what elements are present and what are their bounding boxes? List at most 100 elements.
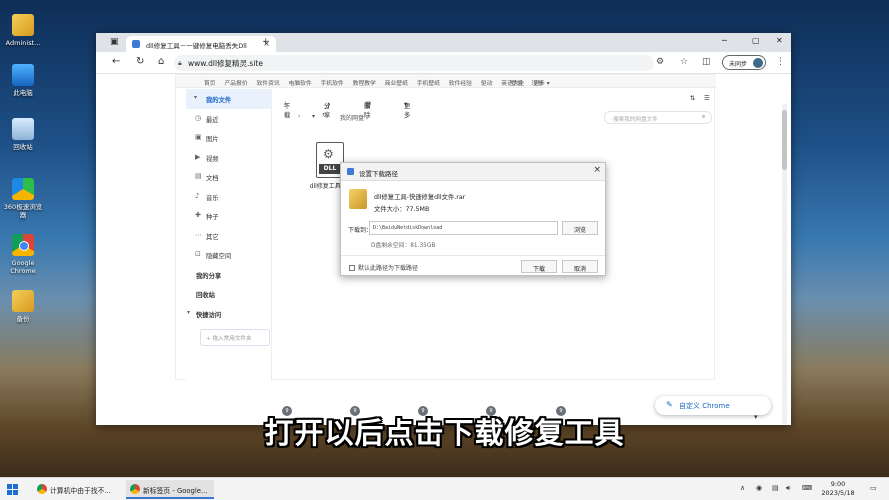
url-bar[interactable]: 🔒︎ www.dll修复精灵.site: [174, 55, 654, 71]
desktop-icon-label: 此电脑: [13, 89, 33, 97]
cancel-button[interactable]: 取消: [562, 260, 598, 273]
tray-expand-icon[interactable]: ∧: [740, 484, 745, 492]
browse-button[interactable]: 浏览: [562, 221, 598, 235]
new-tab-button[interactable]: +: [262, 37, 270, 47]
dialog-title: 设置下载路径: [359, 170, 398, 178]
nav-link[interactable]: 手机软件: [321, 81, 344, 87]
nav-link[interactable]: 驱动: [481, 81, 493, 87]
taskbar-item-chrome-1[interactable]: 计算机中由于找不...: [33, 480, 121, 499]
sidebar-item-music[interactable]: ♪ 音乐: [186, 187, 271, 207]
sidebar-item-label: 隐藏空间: [206, 253, 232, 260]
nav-link[interactable]: 商业壁纸: [385, 81, 408, 87]
path-back-icon[interactable]: ‹: [284, 113, 286, 120]
desktop-icon-administrator[interactable]: Administ...: [2, 14, 44, 47]
nav-link[interactable]: 软件资讯: [257, 81, 280, 87]
profile-button[interactable]: 未同步: [722, 55, 766, 70]
sidebar-item-recycle[interactable]: 回收站: [186, 284, 271, 304]
sidebar-item-label: 文档: [206, 175, 219, 182]
site-settings-icon[interactable]: ⚙: [656, 57, 664, 67]
home-icon[interactable]: ⌂: [158, 56, 164, 67]
sidebar-item-docs[interactable]: ▤ 文档: [186, 167, 271, 187]
sort-icon[interactable]: ⇅: [690, 95, 695, 102]
chrome-icon: [130, 484, 140, 494]
taskbar-item-label: 新标签页 - Google...: [143, 487, 208, 495]
desktop-icon-this-pc[interactable]: 此电脑: [2, 64, 44, 97]
image-icon: ▣: [195, 133, 202, 141]
file-type-badge: DLL: [319, 164, 341, 174]
menu-icon[interactable]: ⋮: [776, 57, 785, 67]
breadcrumb[interactable]: 我的网盘 ›: [340, 113, 368, 122]
url-text: www.dll修复精灵.site: [188, 59, 263, 68]
nav-link[interactable]: 电脑软件: [289, 81, 312, 87]
user-folder-icon: [12, 14, 34, 36]
back-icon[interactable]: ←: [112, 56, 120, 67]
tray-app-icon[interactable]: ◉: [756, 484, 762, 492]
desktop-icon-360-browser[interactable]: 360极速浏览器: [2, 178, 44, 219]
windows-start-icon[interactable]: [7, 484, 18, 495]
sidebar-item-other[interactable]: ⋯ 其它: [186, 226, 271, 246]
minimize-icon[interactable]: ─: [722, 36, 727, 45]
pencil-icon: ✎: [666, 400, 673, 409]
collapse-icon: ▾: [194, 94, 198, 101]
sidebar-item-label: 种子: [206, 214, 219, 221]
document-icon: ▤: [195, 172, 202, 180]
nav-link[interactable]: 手机壁纸: [417, 81, 440, 87]
tab-actions-icon[interactable]: ▣: [110, 37, 119, 47]
nav-link[interactable]: 首页: [204, 81, 216, 87]
extensions-icon[interactable]: ◫: [702, 57, 711, 67]
path-dropdown-icon[interactable]: ▾: [312, 113, 315, 120]
sidebar-item-quick-access[interactable]: ▾ 快捷访问: [186, 304, 271, 324]
desktop-icon-label: Administ...: [5, 39, 41, 47]
taskbar-item-label: 计算机中由于找不...: [50, 487, 111, 495]
clock-icon: ◷: [195, 113, 202, 122]
ime-icon[interactable]: ⌨: [802, 484, 812, 492]
add-common-folder-button[interactable]: + 拖入常用文件夹: [200, 329, 270, 346]
download-path-dialog: 设置下载路径 × dll修复工具-快速修复dll文件.rar 文件大小：77.5…: [340, 162, 606, 276]
sidebar-item-my-share[interactable]: 我的分享: [186, 265, 271, 285]
download-path-field[interactable]: D:\BaiduNetdiskDownload: [369, 221, 558, 235]
video-icon: ▶: [195, 152, 201, 161]
nav-link[interactable]: 软件经验: [449, 81, 472, 87]
path-refresh-icon[interactable]: ↻: [322, 112, 327, 119]
tab-bar: ▣ dll修复工具－一键修复电脑丢失Dll × + ─ ▢ ✕: [96, 33, 791, 52]
sidebar-item-label: 快捷访问: [196, 311, 222, 319]
sidebar-item-seed[interactable]: ✚ 种子: [186, 206, 271, 226]
sidebar-item-hidden-space[interactable]: ⊡ 隐藏空间: [186, 245, 271, 265]
login-link[interactable]: 登录: [511, 81, 523, 87]
search-input[interactable]: 搜索我的网盘文件: [604, 111, 712, 124]
desktop-icon-chrome[interactable]: Google Chrome: [2, 234, 44, 275]
sidebar-item-video[interactable]: ▶ 视频: [186, 148, 271, 168]
nav-link[interactable]: 教程教学: [353, 81, 376, 87]
recycle-bin-icon: [12, 118, 34, 140]
nav-link[interactable]: 产品报价: [224, 81, 247, 87]
site-favicon-icon: [132, 40, 140, 48]
desktop-icon-recycle-bin[interactable]: 回收站: [2, 118, 44, 151]
path-forward-icon[interactable]: ›: [298, 113, 300, 120]
maximize-icon[interactable]: ▢: [752, 36, 760, 45]
desktop-icon-backup[interactable]: 备份: [2, 290, 44, 323]
download-button[interactable]: 下载: [521, 260, 557, 273]
reload-icon[interactable]: ↻: [136, 56, 144, 67]
dialog-close-icon[interactable]: ×: [593, 165, 601, 175]
default-path-checkbox[interactable]: 默认此路径为下载路径: [349, 263, 418, 272]
page-scrollbar[interactable]: [782, 104, 787, 424]
window-close-icon[interactable]: ✕: [776, 36, 783, 45]
notification-icon[interactable]: ▭: [870, 484, 877, 492]
sidebar-item-images[interactable]: ▣ 图片: [186, 128, 271, 148]
search-icon[interactable]: ⌕: [702, 113, 705, 121]
network-icon[interactable]: ▤: [772, 484, 779, 492]
scrollbar-thumb[interactable]: [782, 110, 787, 170]
volume-icon[interactable]: 🔊︎: [786, 484, 790, 493]
taskbar-item-chrome-2[interactable]: 新标签页 - Google...: [126, 480, 214, 499]
tab-dll-tool[interactable]: dll修复工具－一键修复电脑丢失Dll ×: [126, 36, 276, 52]
dialog-file-name: dll修复工具-快速修复dll文件.rar: [374, 194, 466, 201]
lock-icon: ⊡: [195, 250, 201, 258]
taskbar-clock[interactable]: 9:00 2023/5/18: [818, 480, 858, 498]
favorites-icon[interactable]: ☆: [680, 57, 688, 67]
checkbox-box[interactable]: [349, 265, 355, 271]
sidebar-item-recent[interactable]: ◷ 最近: [186, 109, 271, 129]
register-link[interactable]: 注册: [531, 81, 543, 87]
breadcrumb-item: 我的网盘: [340, 115, 365, 122]
sidebar-item-my-files[interactable]: ▾ 我的文件: [186, 89, 271, 109]
list-view-icon[interactable]: ☰: [704, 95, 710, 102]
